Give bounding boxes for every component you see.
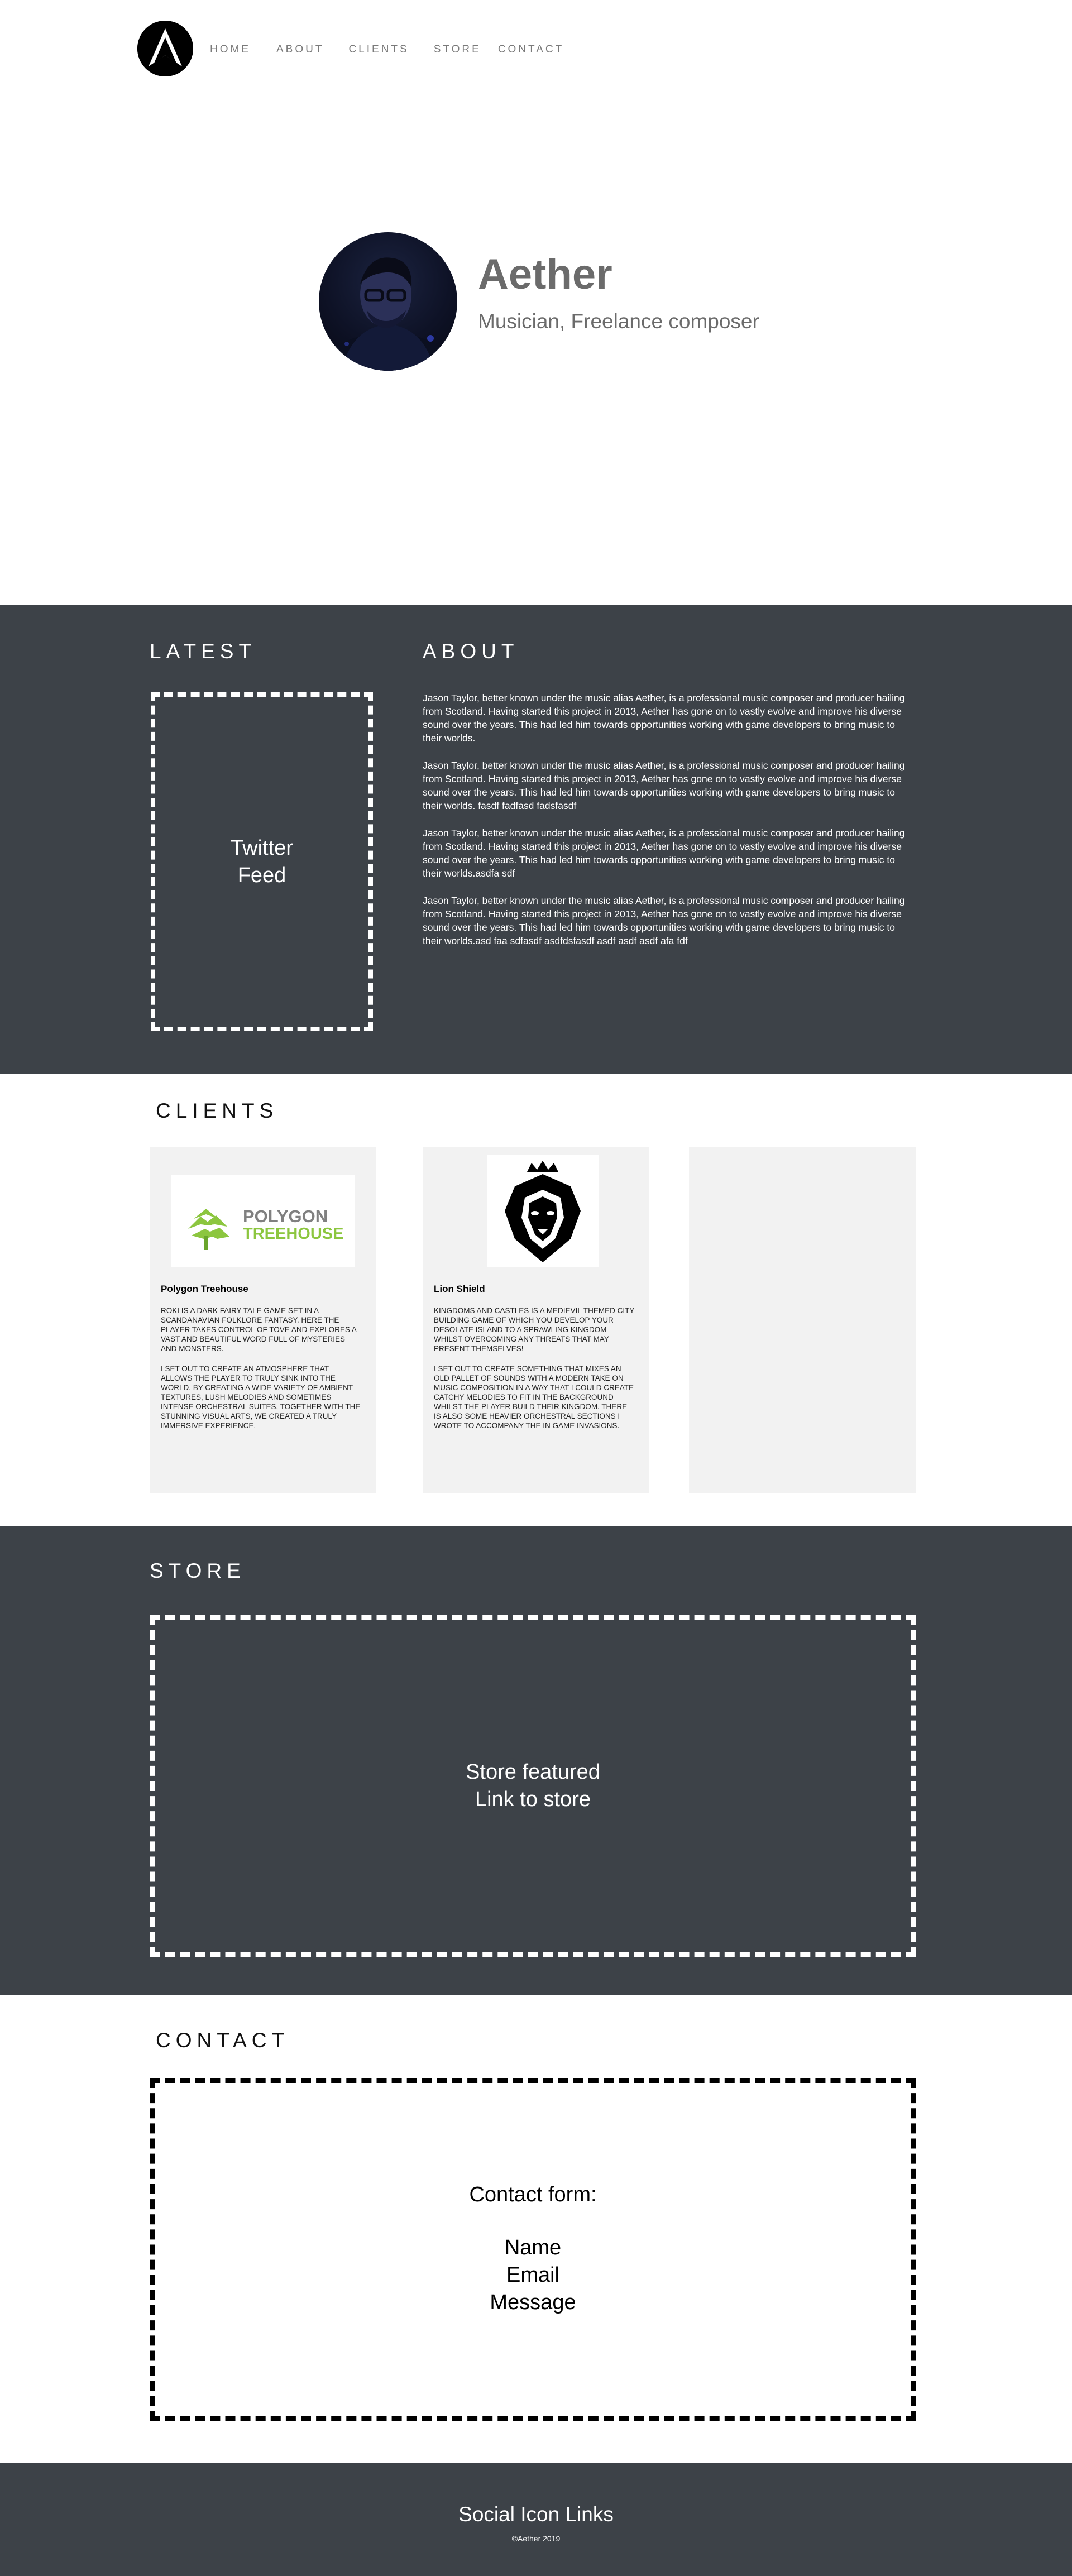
client-card-lion-shield[interactable]: Lion Shield Kingdoms and Castles is a me… [423, 1147, 649, 1493]
about-paragraph: Jason Taylor, better known under the mus… [423, 692, 905, 744]
client-description-paragraph: I set out to create something that mixes… [434, 1364, 634, 1430]
client-description-paragraph: Kingdoms and Castles is a medievil theme… [434, 1306, 635, 1353]
client-description-paragraph: I set out to create an atmosphere that a… [161, 1364, 361, 1430]
store-featured-placeholder[interactable]: Store featured Link to store [150, 1615, 916, 1957]
client-name: Lion Shield [434, 1284, 485, 1294]
hero-subtitle: Musician, Freelance composer [478, 310, 759, 333]
contact-field-message[interactable]: Message [490, 2289, 576, 2316]
polygon-treehouse-logo-icon: POLYGON TREEHOUSE [188, 1206, 343, 1250]
store-placeholder-label: Store featured Link to store [466, 1760, 600, 1811]
client-card-polygon-treehouse[interactable]: POLYGON TREEHOUSE Polygon Treehouse Roki… [150, 1147, 376, 1493]
hero-name: Aether [478, 251, 612, 298]
portrait-image [321, 257, 455, 371]
nav-home[interactable]: HOME [210, 44, 251, 56]
main-nav: HOME ABOUT CLIENTS STORE CONTACT [210, 44, 590, 56]
latest-heading: LATEST [150, 640, 257, 663]
contact-form-title: Contact form: [469, 2183, 597, 2206]
contact-form-placeholder: Contact form: Name Email Message [150, 2078, 916, 2421]
about-paragraph: Jason Taylor, better known under the mus… [423, 895, 905, 946]
treehouse-logo-text: TREEHOUSE [243, 1225, 343, 1243]
polygon-logo-text: POLYGON [243, 1206, 328, 1226]
profile-avatar [319, 232, 457, 371]
social-icon-links[interactable]: Social Icon Links [0, 2503, 1072, 2526]
client-name: Polygon Treehouse [161, 1284, 248, 1294]
client-description: Kingdoms and Castles is a medievil theme… [434, 1306, 635, 1441]
nav-store[interactable]: STORE [434, 44, 481, 56]
contact-heading: CONTACT [156, 2029, 290, 2052]
lion-head-icon [505, 1161, 581, 1262]
clients-heading: CLIENTS [156, 1099, 279, 1122]
about-text: Jason Taylor, better known under the mus… [423, 691, 907, 961]
lion-shield-logo [487, 1155, 599, 1267]
about-heading: ABOUT [423, 640, 519, 663]
aether-logo-icon [137, 21, 193, 76]
nav-clients[interactable]: CLIENTS [348, 44, 409, 56]
twitter-feed-label: Twitter Feed [231, 836, 293, 887]
twitter-feed-placeholder: Twitter Feed [151, 692, 373, 1031]
copyright-text: ©Aether 2019 [511, 2534, 561, 2543]
contact-field-email[interactable]: Email [506, 2262, 559, 2289]
nav-about[interactable]: ABOUT [276, 44, 324, 56]
polygon-treehouse-logo: POLYGON TREEHOUSE [171, 1175, 355, 1267]
about-paragraph: Jason Taylor, better known under the mus… [423, 827, 905, 879]
nav-contact[interactable]: CONTACT [498, 44, 564, 56]
client-description-paragraph: Roki is a dark fairy tale game set in a … [161, 1306, 357, 1353]
contact-field-name[interactable]: Name [505, 2234, 561, 2262]
site-logo[interactable] [137, 21, 193, 76]
client-description: Roki is a dark fairy tale game set in a … [161, 1306, 362, 1441]
store-heading: STORE [150, 1559, 246, 1582]
about-paragraph: Jason Taylor, better known under the mus… [423, 760, 905, 811]
client-card-empty [689, 1147, 916, 1493]
